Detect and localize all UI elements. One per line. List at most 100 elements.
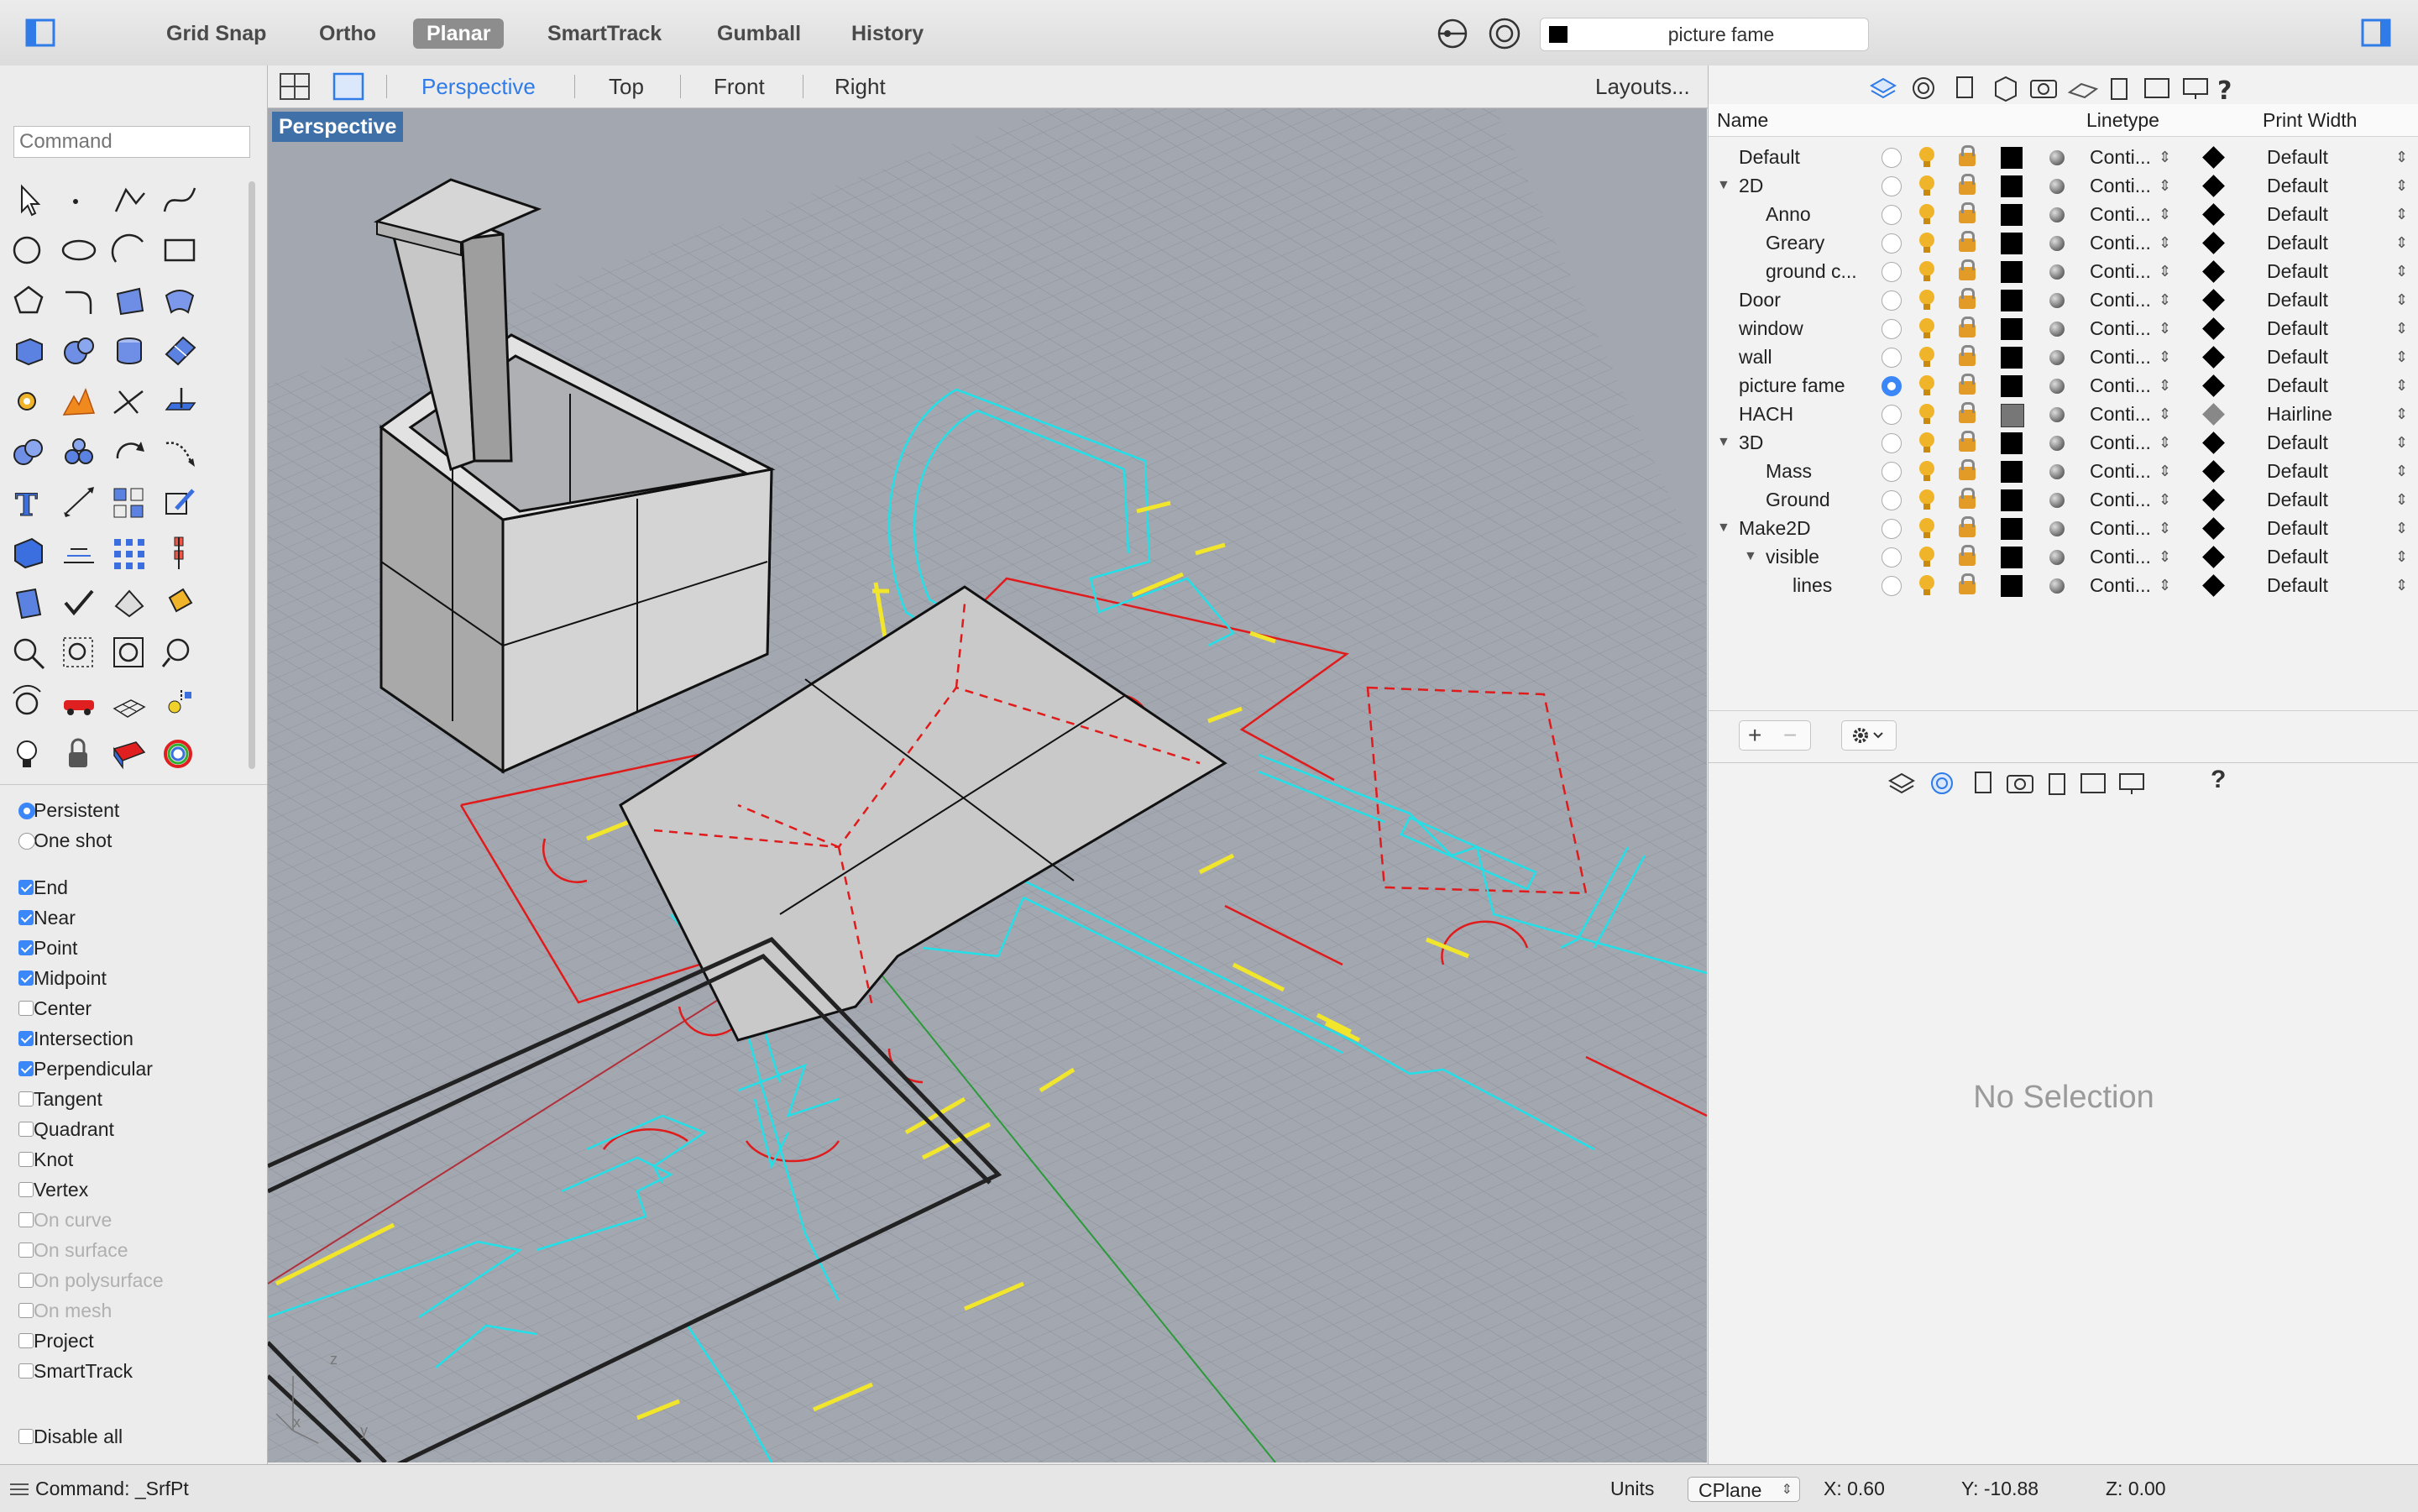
print-width-value[interactable]: Default	[2267, 285, 2328, 314]
tab-top[interactable]: Top	[609, 65, 644, 107]
osnap-checkbox[interactable]	[18, 971, 34, 986]
command-input[interactable]	[13, 126, 250, 158]
curve-icon[interactable]	[158, 178, 202, 222]
gumball-button[interactable]: Gumball	[704, 18, 814, 49]
layer-name[interactable]: Make2D	[1739, 514, 1811, 542]
lock-icon[interactable]	[1959, 288, 1976, 309]
layer-name[interactable]: Mass	[1766, 457, 1812, 485]
print-color-diamond-icon[interactable]	[2202, 260, 2225, 283]
print-width-stepper-icon[interactable]: ⇕	[2395, 514, 2408, 542]
layer-row[interactable]: lines Conti... ⇕ Default ⇕	[1709, 571, 2418, 599]
layer-color-swatch[interactable]	[2001, 318, 2023, 340]
viewport-title[interactable]: Perspective	[272, 112, 404, 142]
print-width-value[interactable]: Default	[2267, 371, 2328, 400]
layer-color-swatch[interactable]	[2001, 290, 2023, 311]
lock-icon[interactable]	[1959, 202, 1976, 223]
print-width-stepper-icon[interactable]: ⇕	[2395, 542, 2408, 571]
osnap-checkbox[interactable]	[18, 1061, 34, 1076]
light-icon[interactable]	[158, 682, 202, 725]
text-icon[interactable]: T	[7, 480, 50, 524]
layer-name[interactable]: 2D	[1739, 171, 1763, 200]
linetype-value[interactable]: Conti...	[2090, 371, 2151, 400]
layer-color-swatch[interactable]	[2001, 404, 2024, 427]
current-layer-radio[interactable]	[1882, 319, 1902, 339]
osnap-checkbox[interactable]	[18, 940, 34, 955]
layer-row[interactable]: wall Conti... ⇕ Default ⇕	[1709, 343, 2418, 371]
edit-pencil-icon[interactable]	[158, 480, 202, 524]
layer-row[interactable]: ground c... Conti... ⇕ Default ⇕	[1709, 257, 2418, 285]
layer-options-button[interactable]	[1841, 720, 1897, 751]
zoom-window-icon[interactable]	[57, 631, 101, 675]
layer-row[interactable]: ▼ visible Conti... ⇕ Default ⇕	[1709, 542, 2418, 571]
perspective-viewport[interactable]: z x y	[268, 108, 1707, 1462]
snap-persistent[interactable]: Persistent	[18, 798, 119, 823]
material-sphere-icon[interactable]	[2049, 207, 2065, 222]
layer-row[interactable]: ▼ Make2D Conti... ⇕ Default ⇕	[1709, 514, 2418, 542]
print-width-stepper-icon[interactable]: ⇕	[2395, 257, 2408, 285]
layer-name[interactable]: HACH	[1739, 400, 1793, 428]
snap-one-shot[interactable]: One shot	[18, 828, 112, 853]
linetype-stepper-icon[interactable]: ⇕	[2159, 257, 2171, 285]
print-color-diamond-icon[interactable]	[2202, 574, 2225, 597]
lock-icon[interactable]	[1959, 259, 1976, 280]
print-width-value[interactable]: Default	[2267, 314, 2328, 343]
ortho-button[interactable]: Ortho	[306, 18, 390, 49]
material-sphere-icon[interactable]	[2049, 236, 2065, 251]
array-icon[interactable]	[107, 531, 151, 574]
print-color-diamond-icon[interactable]	[2202, 203, 2225, 226]
layer-color-swatch[interactable]	[2001, 547, 2023, 568]
sidebar-toggle-right-icon[interactable]	[2361, 18, 2391, 47]
print-color-diamond-icon[interactable]	[2202, 146, 2225, 169]
layouts-button[interactable]: Layouts...	[1595, 65, 1690, 107]
visibility-bulb-icon[interactable]	[1919, 261, 1934, 281]
visibility-bulb-icon[interactable]	[1919, 575, 1934, 595]
col-linetype[interactable]: Linetype	[2086, 109, 2159, 132]
car-named-view-icon[interactable]	[57, 682, 101, 725]
fillet-icon[interactable]	[57, 279, 101, 322]
linetype-stepper-icon[interactable]: ⇕	[2159, 343, 2171, 371]
layer-color-swatch[interactable]	[2001, 261, 2023, 283]
visibility-bulb-icon[interactable]	[1919, 432, 1934, 453]
current-layer-radio[interactable]	[1882, 176, 1902, 196]
osnap-checkbox[interactable]	[18, 1182, 34, 1197]
linetype-value[interactable]: Conti...	[2090, 571, 2151, 599]
material-sphere-icon[interactable]	[2049, 350, 2065, 365]
linetype-value[interactable]: Conti...	[2090, 200, 2151, 228]
layer-row[interactable]: Anno Conti... ⇕ Default ⇕	[1709, 200, 2418, 228]
print-width-value[interactable]: Default	[2267, 514, 2328, 542]
material-sphere-icon[interactable]	[2049, 264, 2065, 280]
visibility-bulb-icon[interactable]	[1919, 204, 1934, 224]
loft-icon[interactable]	[158, 279, 202, 322]
visibility-bulb-icon[interactable]	[1919, 375, 1934, 395]
layer-name[interactable]: Ground	[1766, 485, 1830, 514]
linetype-value[interactable]: Conti...	[2090, 457, 2151, 485]
osnap-checkbox[interactable]	[18, 1429, 34, 1444]
tab-front[interactable]: Front	[714, 65, 765, 107]
current-layer-radio[interactable]	[1882, 348, 1902, 368]
arc-icon[interactable]	[107, 228, 151, 272]
osnap-smarttrack[interactable]: SmartTrack	[18, 1358, 133, 1384]
linetype-stepper-icon[interactable]: ⇕	[2159, 200, 2171, 228]
lock-icon[interactable]	[1959, 374, 1976, 395]
visibility-bulb-icon[interactable]	[1919, 461, 1934, 481]
current-layer-radio[interactable]	[1882, 262, 1902, 282]
lock-icon[interactable]	[1959, 459, 1976, 480]
material-sphere-icon[interactable]	[2049, 493, 2065, 508]
analyze-icon[interactable]	[7, 581, 50, 625]
mesh-icon[interactable]	[158, 329, 202, 373]
select-arrow-icon[interactable]	[7, 178, 50, 222]
zoom-in-icon[interactable]	[7, 631, 50, 675]
layer-name[interactable]: ground c...	[1766, 257, 1857, 285]
print-width-value[interactable]: Default	[2267, 257, 2328, 285]
layer-name[interactable]: lines	[1793, 571, 1832, 599]
rectangle-icon[interactable]	[158, 228, 202, 272]
cplane-select[interactable]: CPlane ⇕	[1688, 1477, 1800, 1502]
print-color-diamond-icon[interactable]	[2202, 460, 2225, 483]
linetype-value[interactable]: Conti...	[2090, 285, 2151, 314]
zoom-selected-icon[interactable]	[158, 631, 202, 675]
osnap-center[interactable]: Center	[18, 996, 92, 1021]
material-sphere-icon[interactable]	[2049, 550, 2065, 565]
print-width-value[interactable]: Default	[2267, 143, 2328, 171]
print-color-diamond-icon[interactable]	[2202, 232, 2225, 254]
current-layer-radio[interactable]	[1882, 490, 1902, 510]
